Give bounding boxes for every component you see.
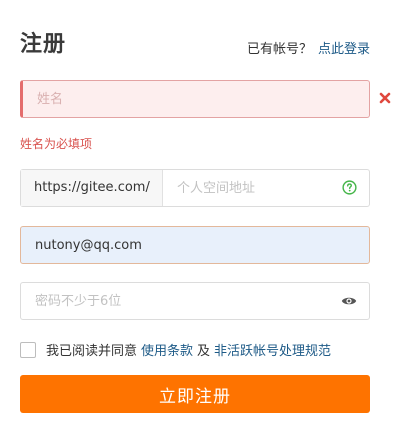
name-input[interactable] <box>23 81 369 117</box>
email-field[interactable] <box>20 226 370 264</box>
terms-link[interactable]: 使用条款 <box>141 340 193 359</box>
agreement-text: 我已阅读并同意 <box>46 344 138 359</box>
password-input[interactable] <box>21 283 369 319</box>
register-button[interactable]: 立即注册 <box>20 375 370 413</box>
name-error-message: 姓名为必填项 <box>20 137 93 151</box>
name-field[interactable] <box>20 80 370 118</box>
policy-link[interactable]: 非活跃帐号处理规范 <box>214 340 331 359</box>
email-input[interactable] <box>21 227 369 263</box>
agreement-and: 及 <box>197 344 211 359</box>
space-url-prefix: https://gitee.com/ <box>21 170 163 206</box>
password-field[interactable] <box>20 282 370 320</box>
personal-space-field: https://gitee.com/ <box>20 169 370 207</box>
personal-space-input[interactable] <box>163 170 369 206</box>
close-icon <box>379 92 391 104</box>
page-title: 注册 <box>20 32 67 57</box>
login-prompt: 已有帐号？ 点此登录 <box>247 38 370 57</box>
agreement-checkbox[interactable] <box>20 341 36 358</box>
eye-icon[interactable] <box>341 295 357 307</box>
question-circle-icon[interactable] <box>342 180 357 195</box>
have-account-text: 已有帐号？ <box>246 42 312 57</box>
space-input-wrap <box>163 170 369 206</box>
agreement-row: 我已阅读并同意 使用条款 及 非活跃帐号处理规范 <box>20 340 335 359</box>
login-link[interactable]: 点此登录 <box>318 42 370 57</box>
